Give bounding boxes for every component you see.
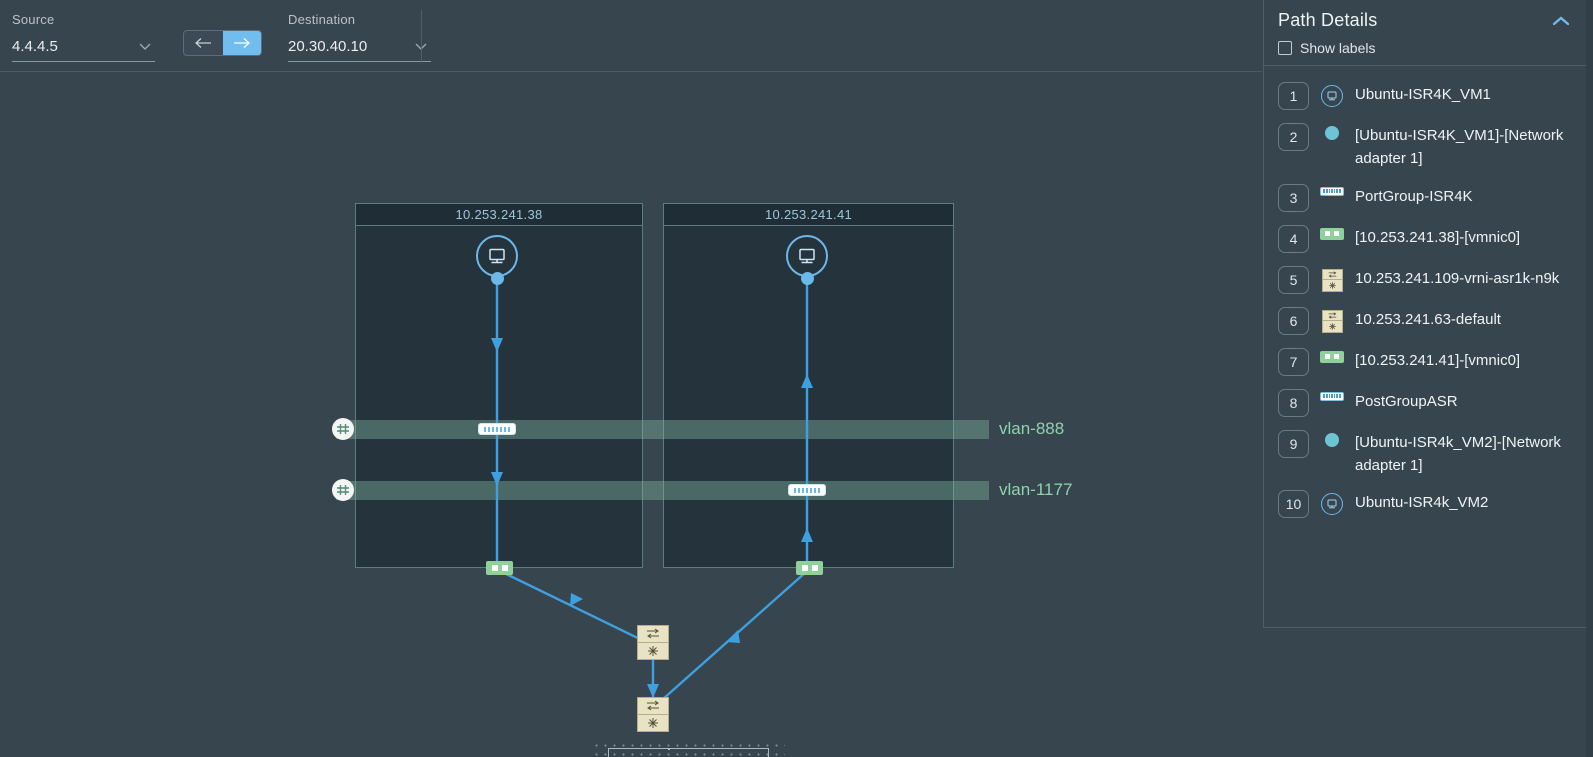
step-label: [Ubuntu-ISR4k_VM2]-[Network adapter 1] bbox=[1355, 433, 1561, 474]
vm-connector-dot-left bbox=[491, 272, 504, 285]
step-label: [10.253.241.41]-[vmnic0] bbox=[1355, 351, 1521, 369]
direction-toggle[interactable] bbox=[183, 30, 262, 56]
path-step-6[interactable]: 6 10.253.241.63-default bbox=[1278, 301, 1572, 342]
step-label: [Ubuntu-ISR4K_VM1]-[Network adapter 1] bbox=[1355, 127, 1564, 168]
switch-icon bbox=[637, 697, 669, 715]
step-label: Ubuntu-ISR4K_VM1 bbox=[1355, 86, 1491, 103]
path-step-3[interactable]: 3 PortGroup-ISR4K bbox=[1278, 178, 1572, 219]
path-step-5[interactable]: 5 10.253.241.109-vrni-asr1k-n9k bbox=[1278, 260, 1572, 301]
path-step-10[interactable]: 10 Ubuntu-ISR4k_VM2 bbox=[1278, 484, 1572, 525]
source-input-wrap[interactable] bbox=[12, 32, 155, 62]
destination-input-wrap[interactable] bbox=[288, 32, 431, 62]
step-label: PostGroupASR bbox=[1355, 392, 1458, 410]
step-number: 6 bbox=[1278, 306, 1309, 335]
source-label: Source bbox=[12, 12, 55, 27]
step-label: Ubuntu-ISR4k_VM2 bbox=[1355, 494, 1489, 511]
portgroup-chip-right[interactable] bbox=[788, 484, 826, 496]
router-icon bbox=[1320, 268, 1344, 292]
portgroup-icon bbox=[1320, 186, 1344, 196]
step-number: 9 bbox=[1278, 429, 1309, 458]
topology-canvas[interactable]: 10.253.241.38 10.253.241.41 vlan-888 vla… bbox=[0, 72, 1262, 757]
vmnic-icon bbox=[1320, 350, 1344, 363]
step-number: 1 bbox=[1278, 82, 1309, 110]
chevron-down-icon[interactable] bbox=[137, 38, 153, 54]
switch-icon bbox=[637, 625, 669, 643]
vm-node-left[interactable] bbox=[476, 235, 518, 277]
router-icon bbox=[1320, 309, 1344, 333]
show-labels-checkbox[interactable] bbox=[1278, 41, 1292, 55]
vm-icon bbox=[1320, 85, 1344, 107]
show-labels-toggle[interactable]: Show labels bbox=[1278, 40, 1572, 56]
router-icon bbox=[637, 714, 669, 732]
step-label: 10.253.241.109-vrni-asr1k-n9k bbox=[1355, 269, 1560, 287]
source-input[interactable] bbox=[12, 38, 122, 55]
destination-field-group: Destination bbox=[288, 0, 431, 62]
destination-input[interactable] bbox=[288, 38, 398, 55]
vmnic-chip-right[interactable] bbox=[796, 561, 823, 575]
step-label: 10.253.241.63-default bbox=[1355, 310, 1501, 328]
vmnic-icon bbox=[1320, 227, 1344, 240]
path-visualization-app: Source Destination bbox=[0, 0, 1593, 757]
direction-forward-button[interactable] bbox=[222, 31, 261, 55]
path-step-1[interactable]: 1 Ubuntu-ISR4K_VM1 bbox=[1278, 76, 1572, 117]
path-links bbox=[491, 277, 813, 700]
step-number: 4 bbox=[1278, 224, 1309, 253]
vm-connector-dot-right bbox=[801, 272, 814, 285]
show-labels-label: Show labels bbox=[1300, 40, 1376, 56]
path-step-7[interactable]: 7 [10.253.241.41]-[vmnic0] bbox=[1278, 342, 1572, 383]
path-step-8[interactable]: 8 PostGroupASR bbox=[1278, 383, 1572, 424]
adapter-icon bbox=[1320, 126, 1344, 140]
path-step-4[interactable]: 4 [10.253.241.38]-[vmnic0] bbox=[1278, 219, 1572, 260]
router-icon bbox=[637, 642, 669, 660]
destination-label: Destination bbox=[288, 12, 356, 27]
path-step-2[interactable]: 2 [Ubuntu-ISR4K_VM1]-[Network adapter 1] bbox=[1278, 117, 1572, 178]
vm-node-right[interactable] bbox=[786, 235, 828, 277]
portgroup-icon bbox=[1320, 391, 1344, 401]
path-details-panel: Path Details Show labels 1 Ubuntu-ISR4K_… bbox=[1263, 0, 1586, 628]
portgroup-chip-left[interactable] bbox=[478, 423, 516, 435]
step-number: 3 bbox=[1278, 183, 1309, 212]
router-node-lower[interactable] bbox=[637, 697, 669, 732]
adapter-icon bbox=[1320, 432, 1344, 447]
vmnic-chip-left[interactable] bbox=[486, 561, 513, 575]
path-steps-list: 1 Ubuntu-ISR4K_VM1 2 [Ubuntu-ISR4K_VM1]-… bbox=[1264, 66, 1586, 533]
chevron-up-icon[interactable] bbox=[1551, 14, 1571, 32]
router-node-upper[interactable] bbox=[637, 625, 669, 660]
step-number: 5 bbox=[1278, 265, 1309, 294]
step-label: [10.253.241.38]-[vmnic0] bbox=[1355, 228, 1521, 246]
vm-icon bbox=[1320, 493, 1344, 515]
path-details-title: Path Details bbox=[1278, 10, 1378, 30]
path-step-9[interactable]: 9 [Ubuntu-ISR4k_VM2]-[Network adapter 1] bbox=[1278, 424, 1572, 485]
path-details-header: Path Details Show labels bbox=[1264, 0, 1586, 66]
toolbar-divider bbox=[421, 10, 422, 63]
step-number: 7 bbox=[1278, 347, 1309, 376]
step-number: 2 bbox=[1278, 123, 1309, 151]
page-scrollbar[interactable] bbox=[1586, 0, 1593, 757]
step-label: PortGroup-ISR4K bbox=[1355, 187, 1473, 205]
step-number: 10 bbox=[1278, 490, 1309, 518]
direction-reverse-button[interactable] bbox=[184, 31, 223, 55]
source-field-group: Source bbox=[12, 0, 155, 62]
network-zone-box bbox=[608, 748, 769, 757]
step-number: 8 bbox=[1278, 388, 1309, 417]
top-toolbar: Source Destination bbox=[0, 0, 1262, 72]
